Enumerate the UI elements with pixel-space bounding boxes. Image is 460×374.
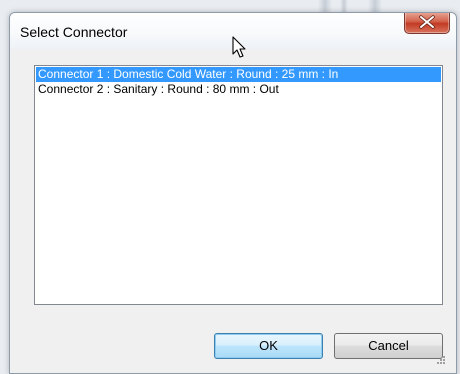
cancel-button[interactable]: Cancel xyxy=(334,333,443,359)
close-icon xyxy=(419,15,435,29)
ok-button[interactable]: OK xyxy=(214,333,323,359)
dialog-body: Connector 1 : Domestic Cold Water : Roun… xyxy=(18,49,448,367)
dialog-title: Select Connector xyxy=(20,24,128,40)
mouse-pointer-icon xyxy=(232,36,246,58)
resize-grip-icon[interactable] xyxy=(436,355,446,365)
connector-list[interactable]: Connector 1 : Domestic Cold Water : Roun… xyxy=(34,65,443,305)
connector-list-item-1[interactable]: Connector 1 : Domestic Cold Water : Roun… xyxy=(36,67,441,82)
close-button[interactable] xyxy=(404,13,450,34)
select-connector-dialog: Select Connector Connector 1 : Domestic … xyxy=(9,12,457,374)
connector-list-item-2[interactable]: Connector 2 : Sanitary : Round : 80 mm :… xyxy=(36,82,441,97)
